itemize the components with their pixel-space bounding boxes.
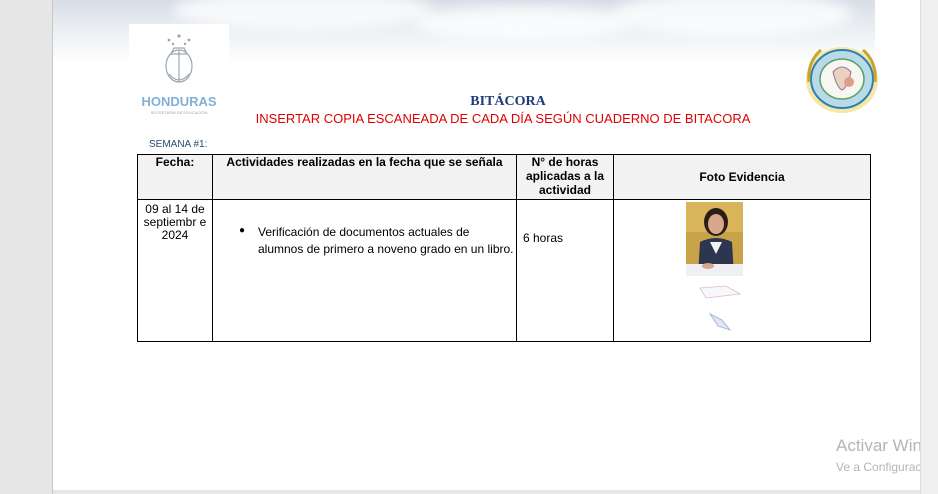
scanned-page-fragment — [699, 285, 742, 331]
cell-hours: 6 horas — [516, 199, 614, 342]
vertical-scrollbar[interactable] — [920, 0, 938, 494]
column-header-hours: N° de horas aplicadas a la actividad — [516, 154, 614, 200]
logo-subtitle: SECRETARÍA DE EDUCACIÓN — [151, 110, 208, 115]
table-header-row: Fecha: Actividades realizadas en la fech… — [137, 154, 871, 200]
document-subtitle: INSERTAR COPIA ESCANEADA DE CADA DÍA SEG… — [255, 111, 751, 126]
logo-name: HONDURAS — [141, 94, 216, 109]
honduras-logo: HONDURAS SECRETARÍA DE EDUCACIÓN — [129, 24, 229, 116]
document-title: BITÁCORA — [470, 94, 546, 109]
activation-watermark-title: Activar Win — [836, 436, 920, 455]
school-seal — [803, 42, 881, 116]
cell-photo — [613, 199, 871, 342]
school-seal-icon — [806, 47, 878, 113]
activation-watermark-subtitle: Ve a Configurac — [836, 460, 920, 474]
week-label: SEMANA #1: — [149, 139, 208, 150]
cell-activity: ● Verificación de documentos actuales de… — [212, 199, 517, 342]
table-row: 09 al 14 de septiembr e 2024 ● Verificac… — [137, 199, 871, 342]
column-header-date: Fecha: — [137, 154, 213, 200]
log-table: Fecha: Actividades realizadas en la fech… — [137, 154, 871, 342]
document-page: HONDURAS SECRETARÍA DE EDUCACIÓN BITÁCOR… — [53, 0, 920, 490]
bullet-icon: ● — [239, 225, 246, 236]
column-header-activities: Actividades realizadas en la fecha que s… — [212, 154, 517, 200]
cell-date: 09 al 14 de septiembr e 2024 — [137, 199, 213, 342]
column-header-photo: Foto Evidencia — [613, 154, 871, 200]
honduras-emblem-icon: HONDURAS SECRETARÍA DE EDUCACIÓN — [141, 34, 217, 115]
activity-text: Verificación de documentos actuales de a… — [258, 225, 514, 256]
evidence-photo — [686, 202, 743, 276]
